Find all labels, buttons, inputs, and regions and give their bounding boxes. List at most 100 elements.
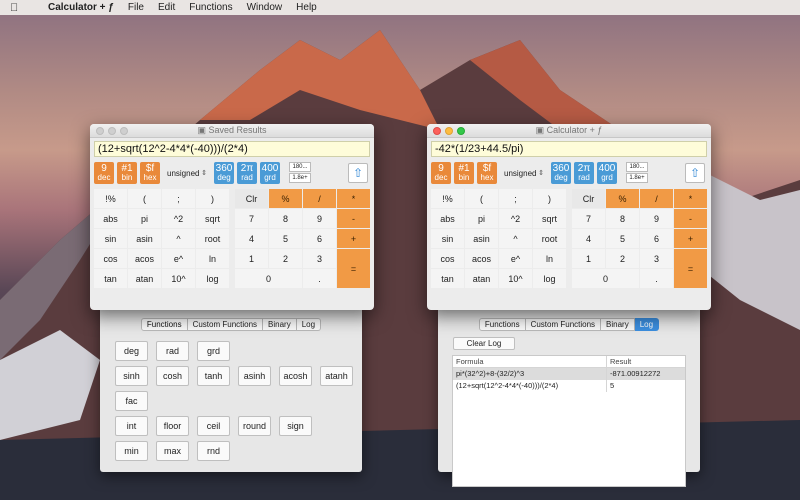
func-acosh-button[interactable]: acosh [279, 366, 312, 386]
key-add[interactable]: + [674, 229, 707, 248]
key-4[interactable]: 4 [572, 229, 605, 248]
key-power[interactable]: ^ [162, 229, 195, 248]
key-asin[interactable]: asin [128, 229, 161, 248]
key-tan[interactable]: tan [94, 269, 127, 288]
key-divide[interactable]: / [640, 189, 673, 208]
key-log[interactable]: log [196, 269, 229, 288]
expression-field[interactable]: (12+sqrt(12^2-4*4*(-40)))/(2*4) [94, 141, 370, 157]
title-bar[interactable]: ▣ Calculator + ƒ [427, 124, 711, 138]
menu-functions[interactable]: Functions [189, 2, 232, 13]
key-3[interactable]: 3 [303, 249, 336, 268]
func-fac-button[interactable]: fac [115, 391, 148, 411]
share-icon[interactable]: ⇧ [685, 163, 705, 183]
key-abs[interactable]: abs [94, 209, 127, 228]
func-grd-button[interactable]: grd [197, 341, 230, 361]
key-0[interactable]: 0 [572, 269, 639, 288]
key-9[interactable]: 9 [303, 209, 336, 228]
key-close-paren[interactable]: ) [533, 189, 566, 208]
func-floor-button[interactable]: floor [156, 416, 189, 436]
col-formula-header[interactable]: Formula [453, 356, 607, 367]
key-cos[interactable]: cos [94, 249, 127, 268]
base-hex-button[interactable]: $f hex [140, 162, 160, 184]
key-power[interactable]: ^ [499, 229, 532, 248]
key-acos[interactable]: acos [465, 249, 498, 268]
key-percent[interactable]: % [269, 189, 302, 208]
key-clear[interactable]: Clr [235, 189, 268, 208]
share-icon[interactable]: ⇧ [348, 163, 368, 183]
base-bin-button[interactable]: #1 bin [454, 162, 474, 184]
key-root[interactable]: root [533, 229, 566, 248]
key-square[interactable]: ^2 [499, 209, 532, 228]
key-7[interactable]: 7 [572, 209, 605, 228]
key-pi[interactable]: pi [465, 209, 498, 228]
clear-log-button[interactable]: Clear Log [453, 337, 515, 350]
key-2[interactable]: 2 [606, 249, 639, 268]
key-ln[interactable]: ln [196, 249, 229, 268]
func-sinh-button[interactable]: sinh [115, 366, 148, 386]
key-0[interactable]: 0 [235, 269, 302, 288]
tab-log[interactable]: Log [296, 318, 322, 331]
key-square[interactable]: ^2 [162, 209, 195, 228]
expression-field[interactable]: -42*(1/23+44.5/pi) [431, 141, 707, 157]
sci-format-toggle[interactable]: 180... 1.8e+ [626, 162, 648, 184]
key-6[interactable]: 6 [303, 229, 336, 248]
key-open-paren[interactable]: ( [465, 189, 498, 208]
key-semicolon[interactable]: ; [162, 189, 195, 208]
func-rad-button[interactable]: rad [156, 341, 189, 361]
key-cos[interactable]: cos [431, 249, 464, 268]
angle-deg-button[interactable]: 360 deg [214, 162, 234, 184]
apple-icon[interactable]:  [10, 2, 24, 14]
angle-grd-button[interactable]: 400 grd [260, 162, 280, 184]
table-row[interactable]: (12+sqrt(12^2-4*4*(-40)))/(2*4) 5 [453, 380, 685, 392]
key-ten-power[interactable]: 10^ [162, 269, 195, 288]
signed-select[interactable]: unsigned ⇕ [504, 169, 544, 178]
col-result-header[interactable]: Result [607, 356, 685, 367]
key-exp[interactable]: e^ [162, 249, 195, 268]
key-decimal[interactable]: . [640, 269, 673, 288]
tab-log[interactable]: Log [634, 318, 660, 331]
key-sqrt[interactable]: sqrt [533, 209, 566, 228]
key-subtract[interactable]: - [674, 209, 707, 228]
angle-rad-button[interactable]: 2π rad [574, 162, 594, 184]
menu-file[interactable]: File [128, 2, 144, 13]
key-semicolon[interactable]: ; [499, 189, 532, 208]
key-subtract[interactable]: - [337, 209, 370, 228]
base-bin-button[interactable]: #1 bin [117, 162, 137, 184]
key-pi[interactable]: pi [128, 209, 161, 228]
key-ln[interactable]: ln [533, 249, 566, 268]
func-ceil-button[interactable]: ceil [197, 416, 230, 436]
key-multiply[interactable]: * [674, 189, 707, 208]
key-sqrt[interactable]: sqrt [196, 209, 229, 228]
key-decimal[interactable]: . [303, 269, 336, 288]
key-atan[interactable]: atan [465, 269, 498, 288]
key-close-paren[interactable]: ) [196, 189, 229, 208]
func-min-button[interactable]: min [115, 441, 148, 461]
key-tan[interactable]: tan [431, 269, 464, 288]
key-factorial[interactable]: !% [94, 189, 127, 208]
key-3[interactable]: 3 [640, 249, 673, 268]
func-int-button[interactable]: int [115, 416, 148, 436]
key-9[interactable]: 9 [640, 209, 673, 228]
key-equals[interactable]: = [337, 249, 370, 288]
func-tanh-button[interactable]: tanh [197, 366, 230, 386]
key-root[interactable]: root [196, 229, 229, 248]
key-acos[interactable]: acos [128, 249, 161, 268]
sci-format-toggle[interactable]: 180... 1.8e+ [289, 162, 311, 184]
tab-binary[interactable]: Binary [263, 318, 297, 331]
func-max-button[interactable]: max [156, 441, 189, 461]
base-hex-button[interactable]: $f hex [477, 162, 497, 184]
key-8[interactable]: 8 [269, 209, 302, 228]
key-multiply[interactable]: * [337, 189, 370, 208]
angle-rad-button[interactable]: 2π rad [237, 162, 257, 184]
base-dec-button[interactable]: 9 dec [94, 162, 114, 184]
key-sin[interactable]: sin [431, 229, 464, 248]
key-atan[interactable]: atan [128, 269, 161, 288]
key-4[interactable]: 4 [235, 229, 268, 248]
key-factorial[interactable]: !% [431, 189, 464, 208]
func-round-button[interactable]: round [238, 416, 271, 436]
signed-select[interactable]: unsigned ⇕ [167, 169, 207, 178]
key-exp[interactable]: e^ [499, 249, 532, 268]
key-5[interactable]: 5 [269, 229, 302, 248]
tab-functions[interactable]: Functions [140, 318, 188, 331]
func-sign-button[interactable]: sign [279, 416, 312, 436]
